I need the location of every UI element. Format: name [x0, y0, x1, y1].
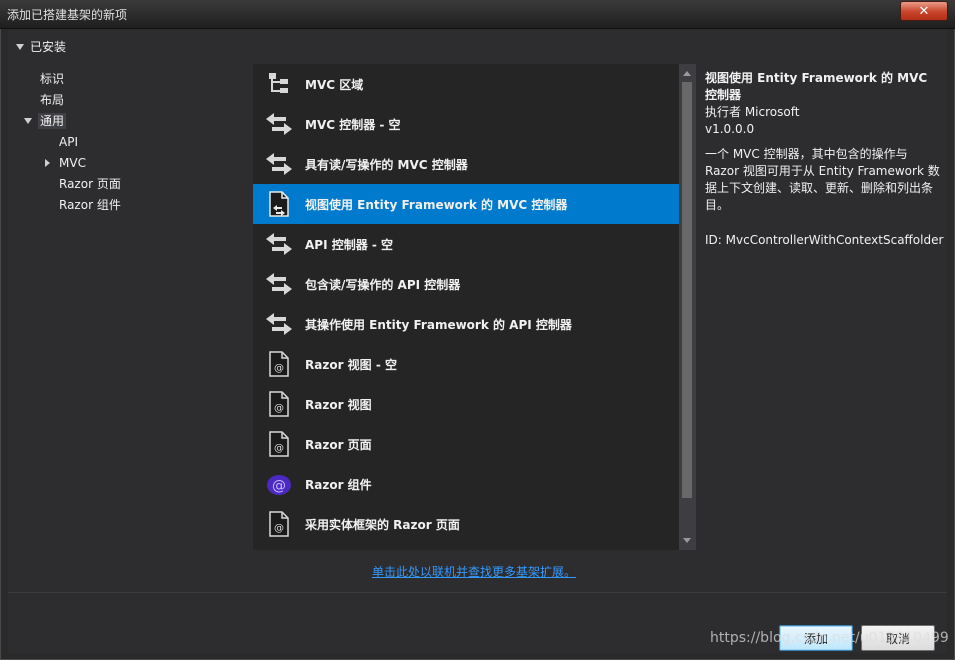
- scaffold-item-label: Razor 页面: [305, 437, 372, 452]
- area-icon: [253, 64, 305, 104]
- tree-item-label: 布局: [40, 93, 65, 107]
- blazor-icon: @: [253, 464, 305, 504]
- scaffold-item-label: Razor 视图 - 空: [305, 357, 397, 372]
- tree-item-layout[interactable]: 布局: [38, 91, 66, 110]
- scaffold-item-label: 具有读/写操作的 MVC 控制器: [305, 157, 468, 172]
- details-pane: 视图使用 Entity Framework 的 MVC 控制器 执行者 Micr…: [705, 70, 944, 249]
- tree-item-label: API: [59, 135, 78, 149]
- scaffold-item[interactable]: @ Razor 页面: [253, 424, 679, 464]
- scroll-down-icon[interactable]: [683, 538, 691, 543]
- scaffold-item[interactable]: API 控制器 - 空: [253, 224, 679, 264]
- expand-down-icon[interactable]: [24, 118, 32, 124]
- scaffold-item-label: 其操作使用 Entity Framework 的 API 控制器: [305, 317, 572, 332]
- tree-item-label: 通用: [38, 113, 67, 129]
- scaffold-item-label: MVC 控制器 - 空: [305, 117, 401, 132]
- tree-item-common[interactable]: 通用: [24, 112, 67, 131]
- scaffold-list: MVC 区域 MVC 控制器 - 空具有读/写操作的 MVC 控制器视图使用 En…: [253, 64, 696, 550]
- scaffold-item-label: API 控制器 - 空: [305, 237, 394, 252]
- svg-text:@: @: [274, 523, 284, 534]
- controller-icon: [253, 104, 305, 144]
- scaffold-item-label: 包含读/写操作的 API 控制器: [305, 277, 461, 292]
- tree-item-label: Razor 组件: [59, 198, 121, 212]
- details-version: v1.0.0.0: [705, 122, 755, 136]
- tree-item-razor-components[interactable]: Razor 组件: [57, 196, 123, 215]
- installed-header[interactable]: 已安装: [16, 38, 66, 55]
- close-icon: ✕: [918, 3, 930, 19]
- close-button[interactable]: ✕: [900, 1, 948, 21]
- window-title: 添加已搭建基架的新项: [7, 8, 128, 22]
- title-bar: 添加已搭建基架的新项 ✕: [0, 0, 955, 29]
- scaffold-item[interactable]: 具有读/写操作的 MVC 控制器: [253, 144, 679, 184]
- scaffold-item[interactable]: 其操作使用 Entity Framework 的 API 控制器: [253, 304, 679, 344]
- tree-item-label: Razor 页面: [59, 177, 121, 191]
- scaffold-item[interactable]: @ 采用实体框架的 Razor 页面: [253, 504, 679, 544]
- tree-item-identity[interactable]: 标识: [38, 70, 66, 89]
- svg-text:@: @: [274, 443, 284, 454]
- razor-file-icon: @: [253, 384, 305, 424]
- controller-icon: [253, 224, 305, 264]
- scaffold-item-label: MVC 区域: [305, 77, 364, 92]
- details-title: 视图使用 Entity Framework 的 MVC 控制器: [705, 71, 928, 102]
- controller-views-icon: [253, 184, 305, 224]
- tree-item-label: MVC: [59, 156, 86, 170]
- tree-item-razor-pages[interactable]: Razor 页面: [57, 175, 123, 194]
- controller-icon: [253, 264, 305, 304]
- razor-file-icon: @: [253, 344, 305, 384]
- scaffold-item[interactable]: MVC 区域: [253, 64, 679, 104]
- scaffold-item-label: Razor 组件: [305, 477, 372, 492]
- details-id: ID: MvcControllerWithContextScaffolder: [705, 233, 944, 247]
- scaffold-item[interactable]: 视图使用 Entity Framework 的 MVC 控制器: [253, 184, 679, 224]
- watermark: https://blog.csdn.net/u013810499: [710, 630, 949, 646]
- scaffold-item-label: 视图使用 Entity Framework 的 MVC 控制器: [305, 197, 568, 212]
- dialog-window: 添加已搭建基架的新项 ✕ 已安装 标识 布局 通用 API MVC Razor …: [0, 0, 955, 660]
- scroll-up-icon[interactable]: [683, 71, 691, 76]
- scaffold-item-label: 采用实体框架的 Razor 页面: [305, 517, 460, 532]
- tree-item-mvc[interactable]: MVC: [45, 154, 88, 173]
- tree-item-label: 标识: [40, 72, 65, 86]
- scaffold-item[interactable]: 包含读/写操作的 API 控制器: [253, 264, 679, 304]
- scaffold-item[interactable]: @ Razor 组件: [253, 464, 679, 504]
- scaffold-item[interactable]: @ Razor 视图: [253, 384, 679, 424]
- expand-right-icon[interactable]: [45, 159, 50, 167]
- svg-text:@: @: [272, 478, 286, 494]
- collapse-icon: [16, 43, 24, 50]
- razor-file-icon: @: [253, 504, 305, 544]
- svg-text:@: @: [274, 403, 284, 414]
- razor-file-icon: @: [253, 424, 305, 464]
- details-description: 一个 MVC 控制器，其中包含的操作与 Razor 视图可用于从 Entity …: [705, 147, 940, 212]
- svg-text:@: @: [274, 363, 284, 374]
- controller-icon: [253, 144, 305, 184]
- scaffold-item-label: Razor 视图: [305, 397, 372, 412]
- scaffold-item[interactable]: MVC 控制器 - 空: [253, 104, 679, 144]
- online-extensions-link[interactable]: 单击此处以联机并查找更多基架扩展。: [372, 563, 576, 580]
- installed-label: 已安装: [30, 40, 67, 54]
- scrollbar[interactable]: [679, 64, 696, 550]
- controller-icon: [253, 304, 305, 344]
- tree-item-api[interactable]: API: [57, 133, 80, 152]
- dialog-body: 已安装 标识 布局 通用 API MVC Razor 页面 Razor 组件 M…: [8, 30, 947, 653]
- scaffold-item[interactable]: @ Razor 视图 - 空: [253, 344, 679, 384]
- details-author: 执行者 Microsoft: [705, 105, 800, 119]
- scrollbar-thumb[interactable]: [682, 82, 692, 498]
